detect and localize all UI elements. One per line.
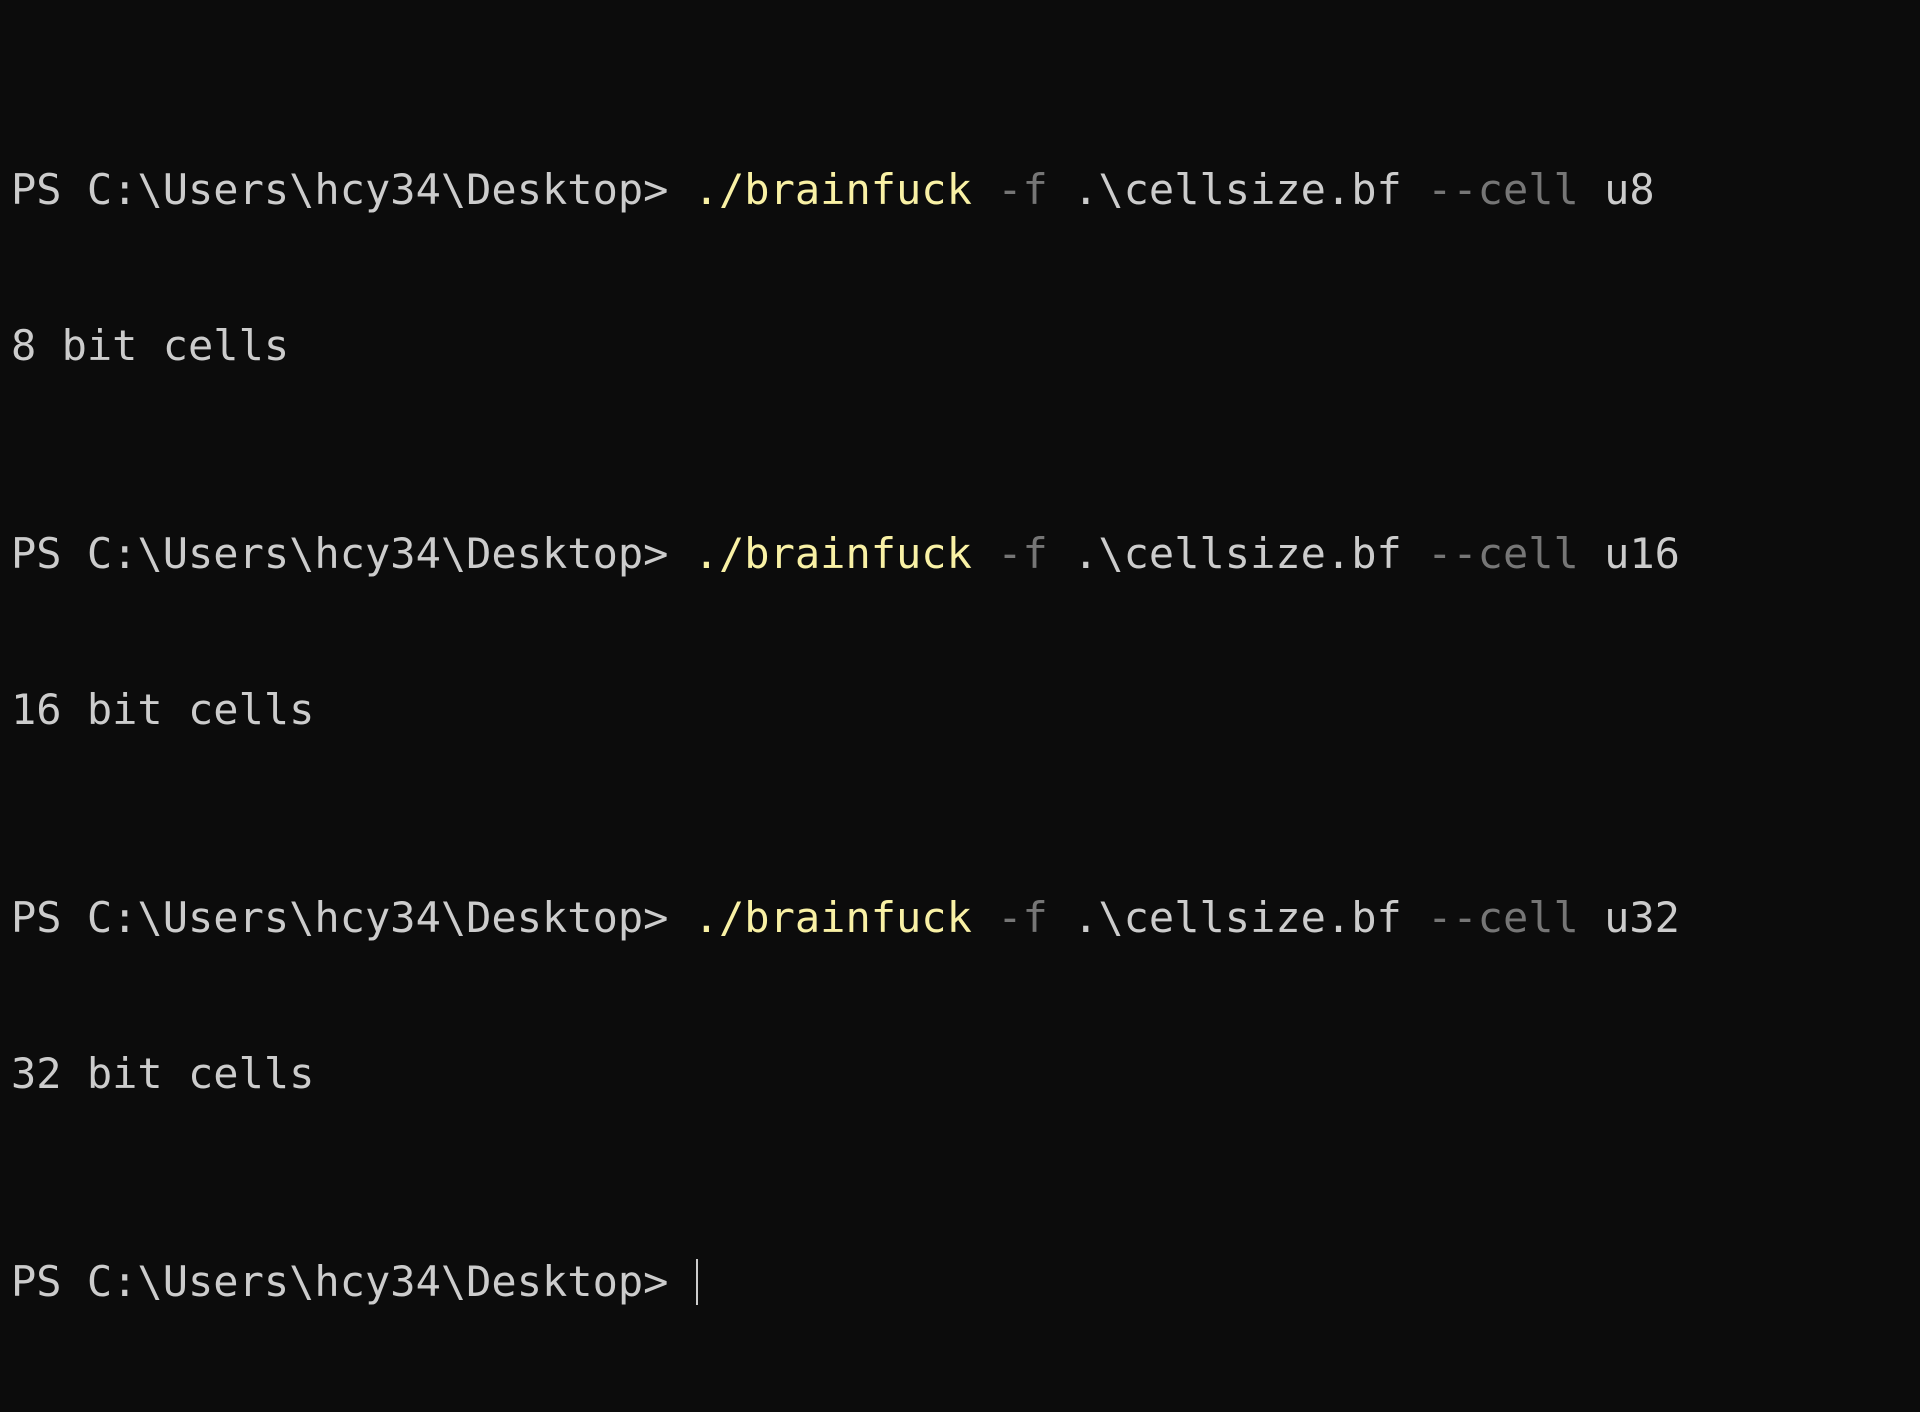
prompt: PS C:\Users\hcy34\Desktop> — [11, 1257, 694, 1306]
command-line: PS C:\Users\hcy34\Desktop> ./brainfuck -… — [11, 164, 1920, 216]
prompt: PS C:\Users\hcy34\Desktop> — [11, 529, 694, 578]
command-flag: -f — [997, 893, 1048, 942]
command-program: ./brainfuck — [693, 165, 972, 214]
command-argument: u16 — [1604, 529, 1680, 578]
command-argument: u32 — [1604, 893, 1680, 942]
command-argument: .\cellsize.bf — [1073, 893, 1402, 942]
command-flag: --cell — [1427, 529, 1579, 578]
command-flag: -f — [997, 165, 1048, 214]
active-command-line[interactable]: PS C:\Users\hcy34\Desktop> — [11, 1256, 1920, 1308]
command-argument: u8 — [1604, 165, 1655, 214]
command-output: 16 bit cells — [11, 685, 315, 734]
command-output: 8 bit cells — [11, 321, 290, 370]
command-argument: .\cellsize.bf — [1073, 165, 1402, 214]
command-flag: --cell — [1427, 165, 1579, 214]
command-line: PS C:\Users\hcy34\Desktop> ./brainfuck -… — [11, 528, 1920, 580]
terminal-window[interactable]: PS C:\Users\hcy34\Desktop> ./brainfuck -… — [0, 0, 1920, 1306]
command-program: ./brainfuck — [693, 893, 972, 942]
command-flag: --cell — [1427, 893, 1579, 942]
command-argument: .\cellsize.bf — [1073, 529, 1402, 578]
text-cursor — [695, 1259, 698, 1305]
command-flag: -f — [997, 529, 1048, 578]
command-output: 32 bit cells — [11, 1049, 315, 1098]
command-line: PS C:\Users\hcy34\Desktop> ./brainfuck -… — [11, 892, 1920, 944]
prompt: PS C:\Users\hcy34\Desktop> — [11, 165, 694, 214]
prompt: PS C:\Users\hcy34\Desktop> — [11, 893, 694, 942]
command-program: ./brainfuck — [693, 529, 972, 578]
